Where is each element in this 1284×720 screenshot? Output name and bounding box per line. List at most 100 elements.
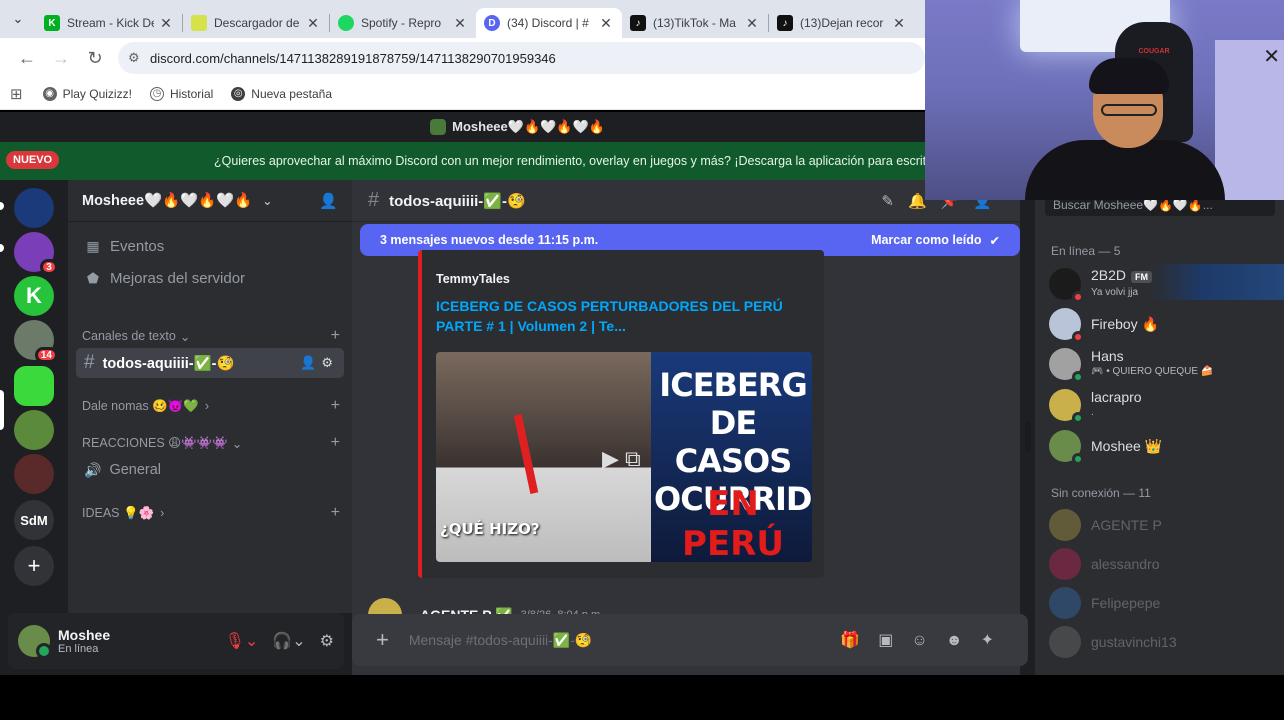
browser-tab-bar: ⌄ K Stream - Kick De ✕ Descargador de ✕ … [0, 0, 925, 38]
member-item[interactable]: Felipepepe [1049, 583, 1278, 623]
bookmark-label: Play Quizizz! [62, 86, 132, 101]
online-status-icon [1072, 371, 1084, 383]
streamer-body [1025, 140, 1225, 200]
avatar[interactable] [18, 625, 52, 659]
window-title-text: Mosheee🤍🔥🤍🔥🤍🔥 [452, 119, 605, 134]
member-name: 2B2D FM [1091, 268, 1153, 285]
member-item[interactable]: Hans 🎮 • QUIERO QUEQUE 🍰 [1049, 344, 1278, 384]
create-channel-icon[interactable]: + [331, 397, 340, 415]
message-composer[interactable]: + Mensaje #todos-aquiiii-✅-🧐 🎁▣☺☻✦ [352, 614, 1028, 666]
server-icon[interactable]: 3 [14, 232, 58, 275]
avatar [1049, 587, 1081, 619]
unread-pill [0, 202, 4, 210]
member-item[interactable]: Fireboy 🔥 [1049, 304, 1278, 344]
tab-search-dropdown[interactable]: ⌄ [0, 0, 36, 38]
attach-plus-icon[interactable]: + [376, 627, 389, 653]
globe-icon: ◉ [42, 86, 57, 101]
nav-label: Eventos [110, 237, 165, 255]
bookmark-item[interactable]: ◷ Historial [149, 86, 213, 101]
close-icon[interactable]: ✕ [744, 15, 760, 32]
text-channel-icon: # [368, 189, 380, 211]
server-icon[interactable]: SdM [14, 500, 54, 540]
close-icon[interactable]: ✕ [891, 15, 907, 32]
category-label: Canales de texto [82, 329, 176, 343]
play-icon[interactable]: ▶ ⧉ [602, 446, 641, 472]
address-bar[interactable]: ⚙ discord.com/channels/14711382891918787… [118, 42, 925, 74]
member-item[interactable]: Moshee 👑 [1049, 426, 1278, 466]
back-arrow-icon[interactable]: ← [10, 41, 44, 75]
events-nav[interactable]: ▦ Eventos [68, 230, 352, 262]
forward-arrow-icon[interactable]: → [44, 41, 78, 75]
channel-general-voice[interactable]: 🔊 General [76, 455, 344, 485]
member-item[interactable]: alessandro [1049, 544, 1278, 584]
embed-title-link[interactable]: ICEBERG DE CASOS PERTURBADORES DEL PERÚ … [436, 296, 806, 336]
chair-logo-text: COUGAR [1138, 48, 1170, 55]
member-item[interactable]: AGENTE P [1049, 505, 1278, 545]
new-messages-text: 3 mensajes nuevos desde 11:15 p.m. [380, 233, 599, 247]
speaker-icon: 🔊 [84, 461, 102, 478]
server-header[interactable]: Mosheee🤍🔥🤍🔥🤍🔥 ⌄ 👤 [68, 180, 352, 222]
tag-badge: FM [1131, 271, 1153, 283]
window-title: Mosheee🤍🔥🤍🔥🤍🔥 [0, 112, 1035, 142]
close-icon[interactable]: ✕ [305, 15, 321, 32]
chevron-right-icon: › [160, 506, 165, 520]
online-status-icon [1072, 453, 1084, 465]
dnd-status-icon [1072, 331, 1084, 343]
add-server-icon[interactable]: + [14, 546, 54, 586]
browser-tab[interactable]: ♪ (13)TikTok - Ma ✕ [622, 8, 768, 38]
create-channel-icon[interactable]: + [331, 434, 340, 452]
chat-scrollbar[interactable] [1025, 422, 1031, 452]
close-icon[interactable]: ✕ [158, 15, 174, 32]
browser-tab-active[interactable]: D (34) Discord | # ✕ [476, 8, 622, 38]
close-icon[interactable]: ✕ [452, 15, 468, 32]
channel-actions-icons[interactable]: 👤⚙ [300, 355, 338, 371]
composer-placeholder[interactable]: Mensaje #todos-aquiiii-✅-🧐 [409, 632, 593, 649]
avatar [1049, 509, 1081, 541]
browser-tab[interactable]: ♪ (13)Dejan recor ✕ [769, 8, 915, 38]
server-name: Mosheee🤍🔥🤍🔥🤍🔥 [82, 193, 253, 209]
apps-grid-icon[interactable]: ⊞ [10, 85, 23, 103]
calendar-icon: ▦ [86, 237, 100, 254]
server-icon[interactable] [14, 366, 54, 406]
category-reacciones[interactable]: REACCIONES 😩👾👾👾 ⌄ + [82, 433, 340, 453]
gear-icon[interactable]: ⚙ [320, 631, 334, 651]
embed-provider[interactable]: TemmyTales [436, 272, 510, 286]
user-info[interactable]: Moshee En línea [50, 627, 110, 655]
bookmark-item[interactable]: ◎ Nueva pestaña [231, 86, 332, 101]
category-label: IDEAS 💡🌸 [82, 505, 155, 520]
close-icon[interactable]: ✕ [598, 15, 614, 32]
member-item[interactable]: lacrapro . [1049, 385, 1278, 425]
mark-as-read-button[interactable]: Marcar como leído [871, 233, 981, 247]
composer-tools-icons[interactable]: 🎁▣☺☻✦ [840, 630, 1012, 650]
category-dale-nomas[interactable]: Dale nomas 🥴👿💚 › + [82, 396, 340, 416]
dnd-status-icon [1072, 291, 1084, 303]
server-icon[interactable] [14, 188, 54, 228]
channel-todos-aquiiii[interactable]: # todos-aquiiii-✅-🧐 👤⚙ [76, 348, 344, 378]
reload-icon[interactable]: ↻ [78, 41, 112, 75]
notice-text[interactable]: ¿Quieres aprovechar al máximo Discord co… [214, 154, 926, 168]
server-icon[interactable]: 14 [14, 320, 58, 363]
browser-tab[interactable]: Spotify - Repro ✕ [330, 8, 476, 38]
invite-people-icon[interactable]: 👤 [319, 192, 338, 210]
muted-mic-icon[interactable]: 🎙⌄ [225, 631, 259, 651]
category-ideas[interactable]: IDEAS 💡🌸 › + [82, 503, 340, 523]
member-name: Fireboy 🔥 [1091, 315, 1160, 332]
close-icon[interactable]: ✕ [1263, 44, 1280, 69]
site-info-icon[interactable]: ⚙ [128, 50, 150, 66]
bookmark-item[interactable]: ◉ Play Quizizz! [42, 86, 132, 101]
create-channel-icon[interactable]: + [331, 504, 340, 522]
member-item[interactable]: gustavinchi13 [1049, 622, 1278, 662]
category-text-channels[interactable]: Canales de texto ⌄ + [82, 326, 340, 346]
tab-title: Descargador de [214, 16, 300, 30]
browser-tab[interactable]: Descargador de ✕ [183, 8, 329, 38]
video-thumbnail[interactable]: ICEBERG DE CASOS OCURRIDOS EN PERÚ ¿QUÉ … [436, 352, 812, 562]
server-icon[interactable] [14, 454, 54, 494]
member-item[interactable]: 2B2D FM Ya volvi jja [1049, 264, 1278, 304]
server-icon[interactable] [14, 410, 54, 450]
headphones-icon[interactable]: 🎧⌄ [272, 631, 305, 651]
browser-tab[interactable]: K Stream - Kick De ✕ [36, 8, 182, 38]
create-channel-icon[interactable]: + [331, 327, 340, 345]
boosts-nav[interactable]: ⬟ Mejoras del servidor [68, 262, 352, 294]
server-icon[interactable]: K [14, 276, 54, 316]
download-notice-banner: NUEVO ¿Quieres aprovechar al máximo Disc… [0, 142, 1035, 180]
